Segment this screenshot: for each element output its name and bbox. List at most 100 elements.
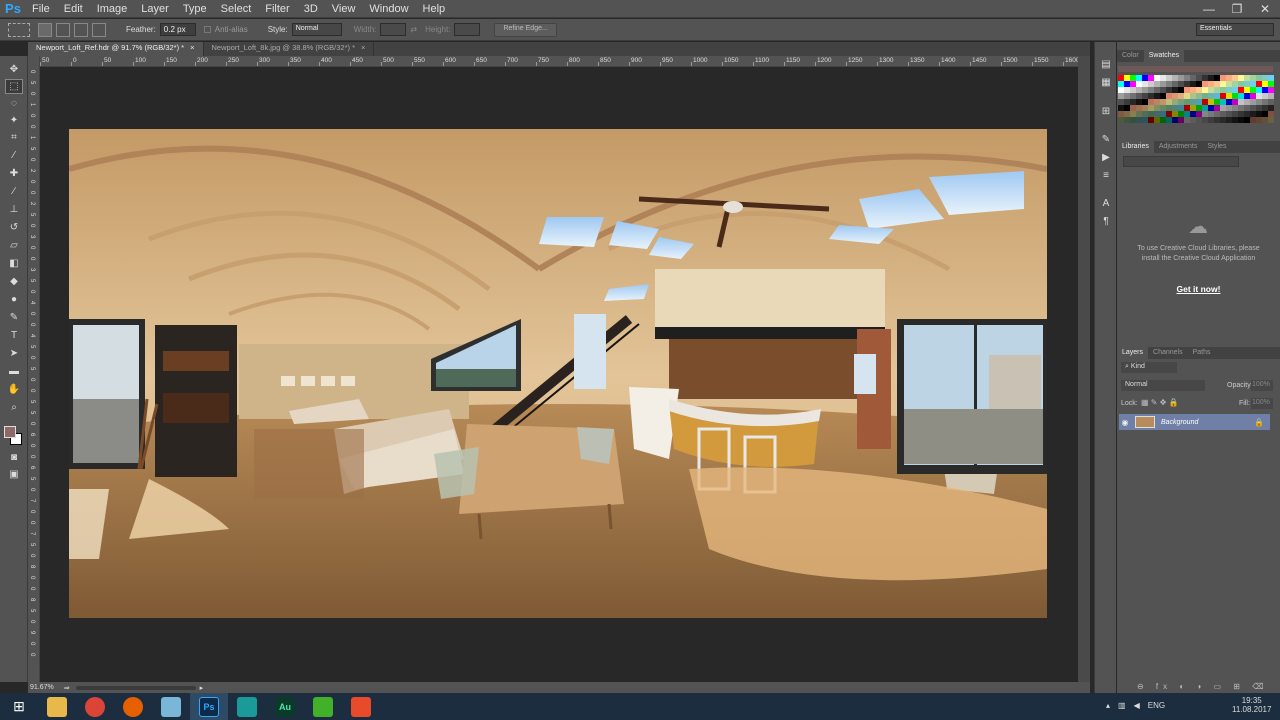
height-input[interactable] [454,23,481,36]
eyedropper-icon[interactable]: ⁄ [5,148,23,163]
status-arrow-icon[interactable]: ⇒ [64,684,70,692]
taskbar-audition[interactable]: Au [266,693,304,720]
lock-icons[interactable]: ▦ ✎ ✥ 🔒 [1141,398,1179,407]
dodge-tool-icon[interactable]: ● [5,292,23,307]
info-panel-icon[interactable]: ⊞ [1098,104,1114,118]
add-selection-icon[interactable] [56,22,70,37]
taskbar-explorer[interactable] [38,693,76,720]
marquee-preset-icon[interactable] [8,22,30,37]
opacity-input[interactable]: 100% [1251,380,1273,391]
taskbar-recorder[interactable] [342,693,380,720]
menu-window[interactable]: Window [363,3,416,15]
start-button[interactable]: ⊞ [0,693,38,720]
library-select[interactable] [1123,156,1239,167]
menu-file[interactable]: File [26,3,58,15]
tab-channels[interactable]: Channels [1148,347,1188,359]
tab-paths[interactable]: Paths [1188,347,1216,359]
taskbar-firefox[interactable] [114,693,152,720]
menu-edit[interactable]: Edit [58,3,91,15]
clone-stamp-icon[interactable]: ⊥ [5,202,23,217]
swap-icon[interactable]: ⇄ [410,25,417,34]
blur-tool-icon[interactable]: ◆ [5,274,23,289]
paint-bucket-icon[interactable]: ◧ [5,256,23,271]
width-input[interactable] [380,23,407,36]
language-indicator[interactable]: ENG [1148,701,1165,710]
network-icon[interactable]: ▥ [1118,701,1126,710]
pen-tool-icon[interactable]: ✎ [5,310,23,325]
vertical-scrollbar[interactable] [1078,56,1090,682]
history-brush-icon[interactable]: ↺ [5,220,23,235]
intersect-selection-icon[interactable] [92,22,106,37]
history-panel-icon[interactable]: ▤ [1098,57,1114,71]
menu-view[interactable]: View [326,3,364,15]
shape-tool-icon[interactable]: ▬ [5,364,23,379]
taskbar-chrome[interactable] [76,693,114,720]
magic-wand-icon[interactable]: ✦ [5,113,23,128]
taskbar-photoshop[interactable]: Ps [190,693,228,720]
swatch[interactable] [1268,117,1274,123]
menu-type[interactable]: Type [177,3,215,15]
actions-panel-icon[interactable]: ▶ [1098,150,1114,164]
eye-icon[interactable]: ◉ [1119,418,1131,427]
swatches-grid[interactable] [1118,75,1274,127]
menu-3d[interactable]: 3D [298,3,326,15]
zoom-level[interactable]: 91.67% [30,684,54,691]
get-it-now-link[interactable]: Get it now! [1137,284,1260,294]
blend-mode-select[interactable]: Normal [1121,380,1205,391]
close-tab-icon[interactable]: × [361,43,365,52]
tab-color[interactable]: Color [1117,50,1144,62]
brush-tool-icon[interactable]: ∕ [5,184,23,199]
subtract-selection-icon[interactable] [74,22,88,37]
properties-panel-icon[interactable]: ≡ [1098,168,1114,182]
close-button[interactable]: ✕ [1252,0,1278,17]
tab-swatches[interactable]: Swatches [1143,50,1185,62]
path-selection-icon[interactable]: ➤ [5,346,23,361]
character-panel-icon[interactable]: A [1098,196,1114,210]
type-tool-icon[interactable]: T [5,328,23,343]
fill-input[interactable]: 100% [1251,398,1273,409]
healing-brush-icon[interactable]: ✚ [5,166,23,181]
clock[interactable]: 19:35 11.08.2017 [1232,696,1271,714]
tab-styles[interactable]: Styles [1202,141,1231,153]
paragraph-panel-icon[interactable]: ¶ [1098,214,1114,228]
eraser-icon[interactable]: ▱ [5,238,23,253]
zoom-tool-icon[interactable]: ⌕ [5,400,23,415]
layer-filter-select[interactable]: ⌕ Kind [1121,362,1177,373]
new-selection-icon[interactable] [38,22,52,37]
menu-image[interactable]: Image [91,3,136,15]
quick-mask-icon[interactable]: ◙ [5,450,23,465]
tab-adjustments[interactable]: Adjustments [1154,141,1203,153]
layer-background-row[interactable]: ◉ Background 🔒 [1119,414,1270,430]
workspace-select[interactable]: Essentials [1196,23,1274,36]
taskbar-camtasia[interactable] [304,693,342,720]
style-select[interactable]: Normal [291,23,342,36]
tab-newport-loft-8k[interactable]: Newport_Loft_8k.jpg @ 38.8% (RGB/32*) * × [203,42,375,56]
histogram-panel-icon[interactable]: ▦ [1098,75,1114,89]
lasso-tool-icon[interactable]: ◌ [5,96,23,111]
minimize-button[interactable]: — [1196,0,1222,17]
tab-newport-loft-ref[interactable]: Newport_Loft_Ref.hdr @ 91.7% (RGB/32*) *… [28,42,204,56]
close-tab-icon[interactable]: × [190,43,194,52]
menu-filter[interactable]: Filter [259,3,297,15]
refine-edge-button[interactable]: Refine Edge... [494,22,557,37]
taskbar-app[interactable] [152,693,190,720]
foreground-color-swatch[interactable] [4,426,16,438]
tray-arrow-icon[interactable]: ▴ [1106,701,1110,710]
tab-layers[interactable]: Layers [1117,347,1149,359]
maximize-button[interactable]: ❐ [1224,0,1250,17]
marquee-tool-icon[interactable]: ⬚ [5,79,23,94]
menu-select[interactable]: Select [215,3,260,15]
hand-tool-icon[interactable]: ✋ [5,382,23,397]
canvas-area[interactable] [40,68,1078,682]
move-tool-icon[interactable]: ✥ [5,62,23,77]
taskbar-app2[interactable] [228,693,266,720]
layers-footer-icons[interactable]: ⊖ fx ◐ ◑ ▭ ⊞ ⌫ [1137,682,1269,691]
tab-libraries[interactable]: Libraries [1117,141,1154,153]
scroll-right-icon[interactable]: ▸ [200,684,204,692]
menu-help[interactable]: Help [417,3,454,15]
antialias-checkbox[interactable] [203,26,211,33]
horizontal-scrollbar[interactable] [75,685,196,690]
menu-layer[interactable]: Layer [135,3,177,15]
volume-icon[interactable]: ◀ [1134,701,1140,710]
feather-input[interactable]: 0.2 px [159,23,196,36]
